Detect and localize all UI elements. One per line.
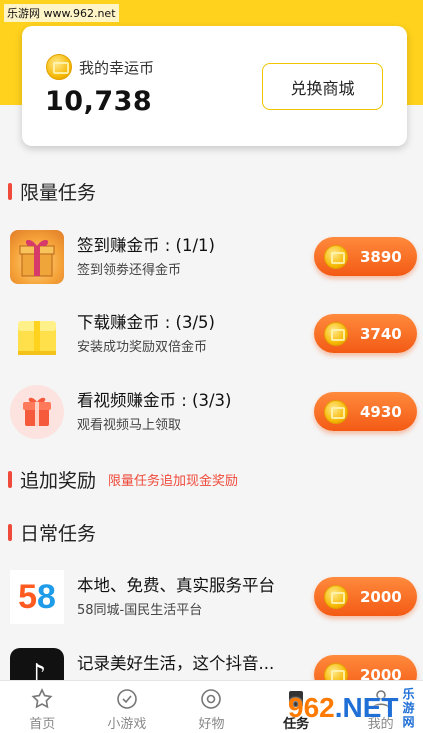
coin-icon	[324, 399, 348, 424]
yellow-gift-icon	[10, 307, 64, 361]
task-subtitle: 58同城-国民生活平台	[77, 603, 203, 618]
section-title: 追加奖励	[20, 470, 97, 492]
task-subtitle: 签到领劵还得金币	[77, 263, 182, 278]
reward-value: 2000	[360, 587, 402, 606]
target-icon	[201, 689, 222, 709]
task-row-58[interactable]: 58 本地、免费、真实服务平台 58同城-国民生活平台 2000	[0, 564, 423, 630]
coin-icon	[324, 584, 348, 609]
check-circle-icon	[117, 689, 137, 709]
watermark-logo: 962.NET 乐游网	[288, 687, 415, 729]
watermark-top: 乐游网 www.962.net	[4, 4, 119, 22]
tab-goods[interactable]: 好物	[169, 681, 254, 733]
task-title: 记录美好生活，这个抖音...	[77, 654, 275, 673]
tab-label: 好物	[198, 717, 225, 732]
task-title: 签到赚金币 : (1/1)	[77, 236, 215, 255]
task-row-checkin[interactable]: 签到赚金币 : (1/1) 签到领劵还得金币 3890	[0, 224, 423, 290]
tab-label: 小游戏	[107, 717, 147, 732]
task-row-download[interactable]: 下载赚金币 : (3/5) 安装成功奖励双倍金币 3740	[0, 301, 423, 367]
task-title: 看视频赚金币 : (3/3)	[77, 391, 232, 410]
task-title: 下载赚金币 : (3/5)	[77, 313, 215, 332]
reward-button[interactable]: 3740	[314, 314, 417, 353]
task-subtitle: 观看视频马上领取	[77, 418, 182, 433]
reward-button[interactable]: 4930	[314, 392, 417, 431]
exchange-store-button[interactable]: 兑换商城	[262, 63, 383, 110]
coin-icon	[324, 244, 348, 269]
coin-icon	[324, 321, 348, 346]
reward-button[interactable]: 2000	[314, 577, 417, 616]
section-limited: 限量任务	[8, 178, 96, 205]
reward-value: 3890	[360, 247, 402, 266]
tab-label: 首页	[29, 717, 56, 732]
reward-value: 4930	[360, 402, 402, 421]
coin-icon	[46, 54, 72, 80]
wallet-card: 我的幸运币 10,738 兑换商城	[22, 26, 407, 146]
reward-button[interactable]: 3890	[314, 237, 417, 276]
section-bonus: 追加奖励 限量任务追加现金奖励	[8, 466, 238, 493]
task-row-video[interactable]: 看视频赚金币 : (3/3) 观看视频马上领取 4930	[0, 379, 423, 445]
section-daily: 日常任务	[8, 519, 96, 546]
reward-value: 3740	[360, 324, 402, 343]
section-title: 限量任务	[20, 182, 97, 204]
tab-games[interactable]: 小游戏	[85, 681, 170, 733]
red-gift-icon	[10, 385, 64, 439]
gift-box-icon	[10, 230, 64, 284]
wallet-amount: 10,738	[45, 86, 153, 117]
section-note: 限量任务追加现金奖励	[108, 474, 239, 489]
58-app-icon: 58	[10, 570, 64, 624]
task-title: 本地、免费、真实服务平台	[77, 576, 275, 595]
task-subtitle: 安装成功奖励双倍金币	[77, 340, 208, 355]
tab-home[interactable]: 首页	[0, 681, 85, 733]
wallet-label: 我的幸运币	[79, 58, 155, 77]
section-title: 日常任务	[20, 523, 97, 545]
star-icon	[31, 688, 53, 709]
